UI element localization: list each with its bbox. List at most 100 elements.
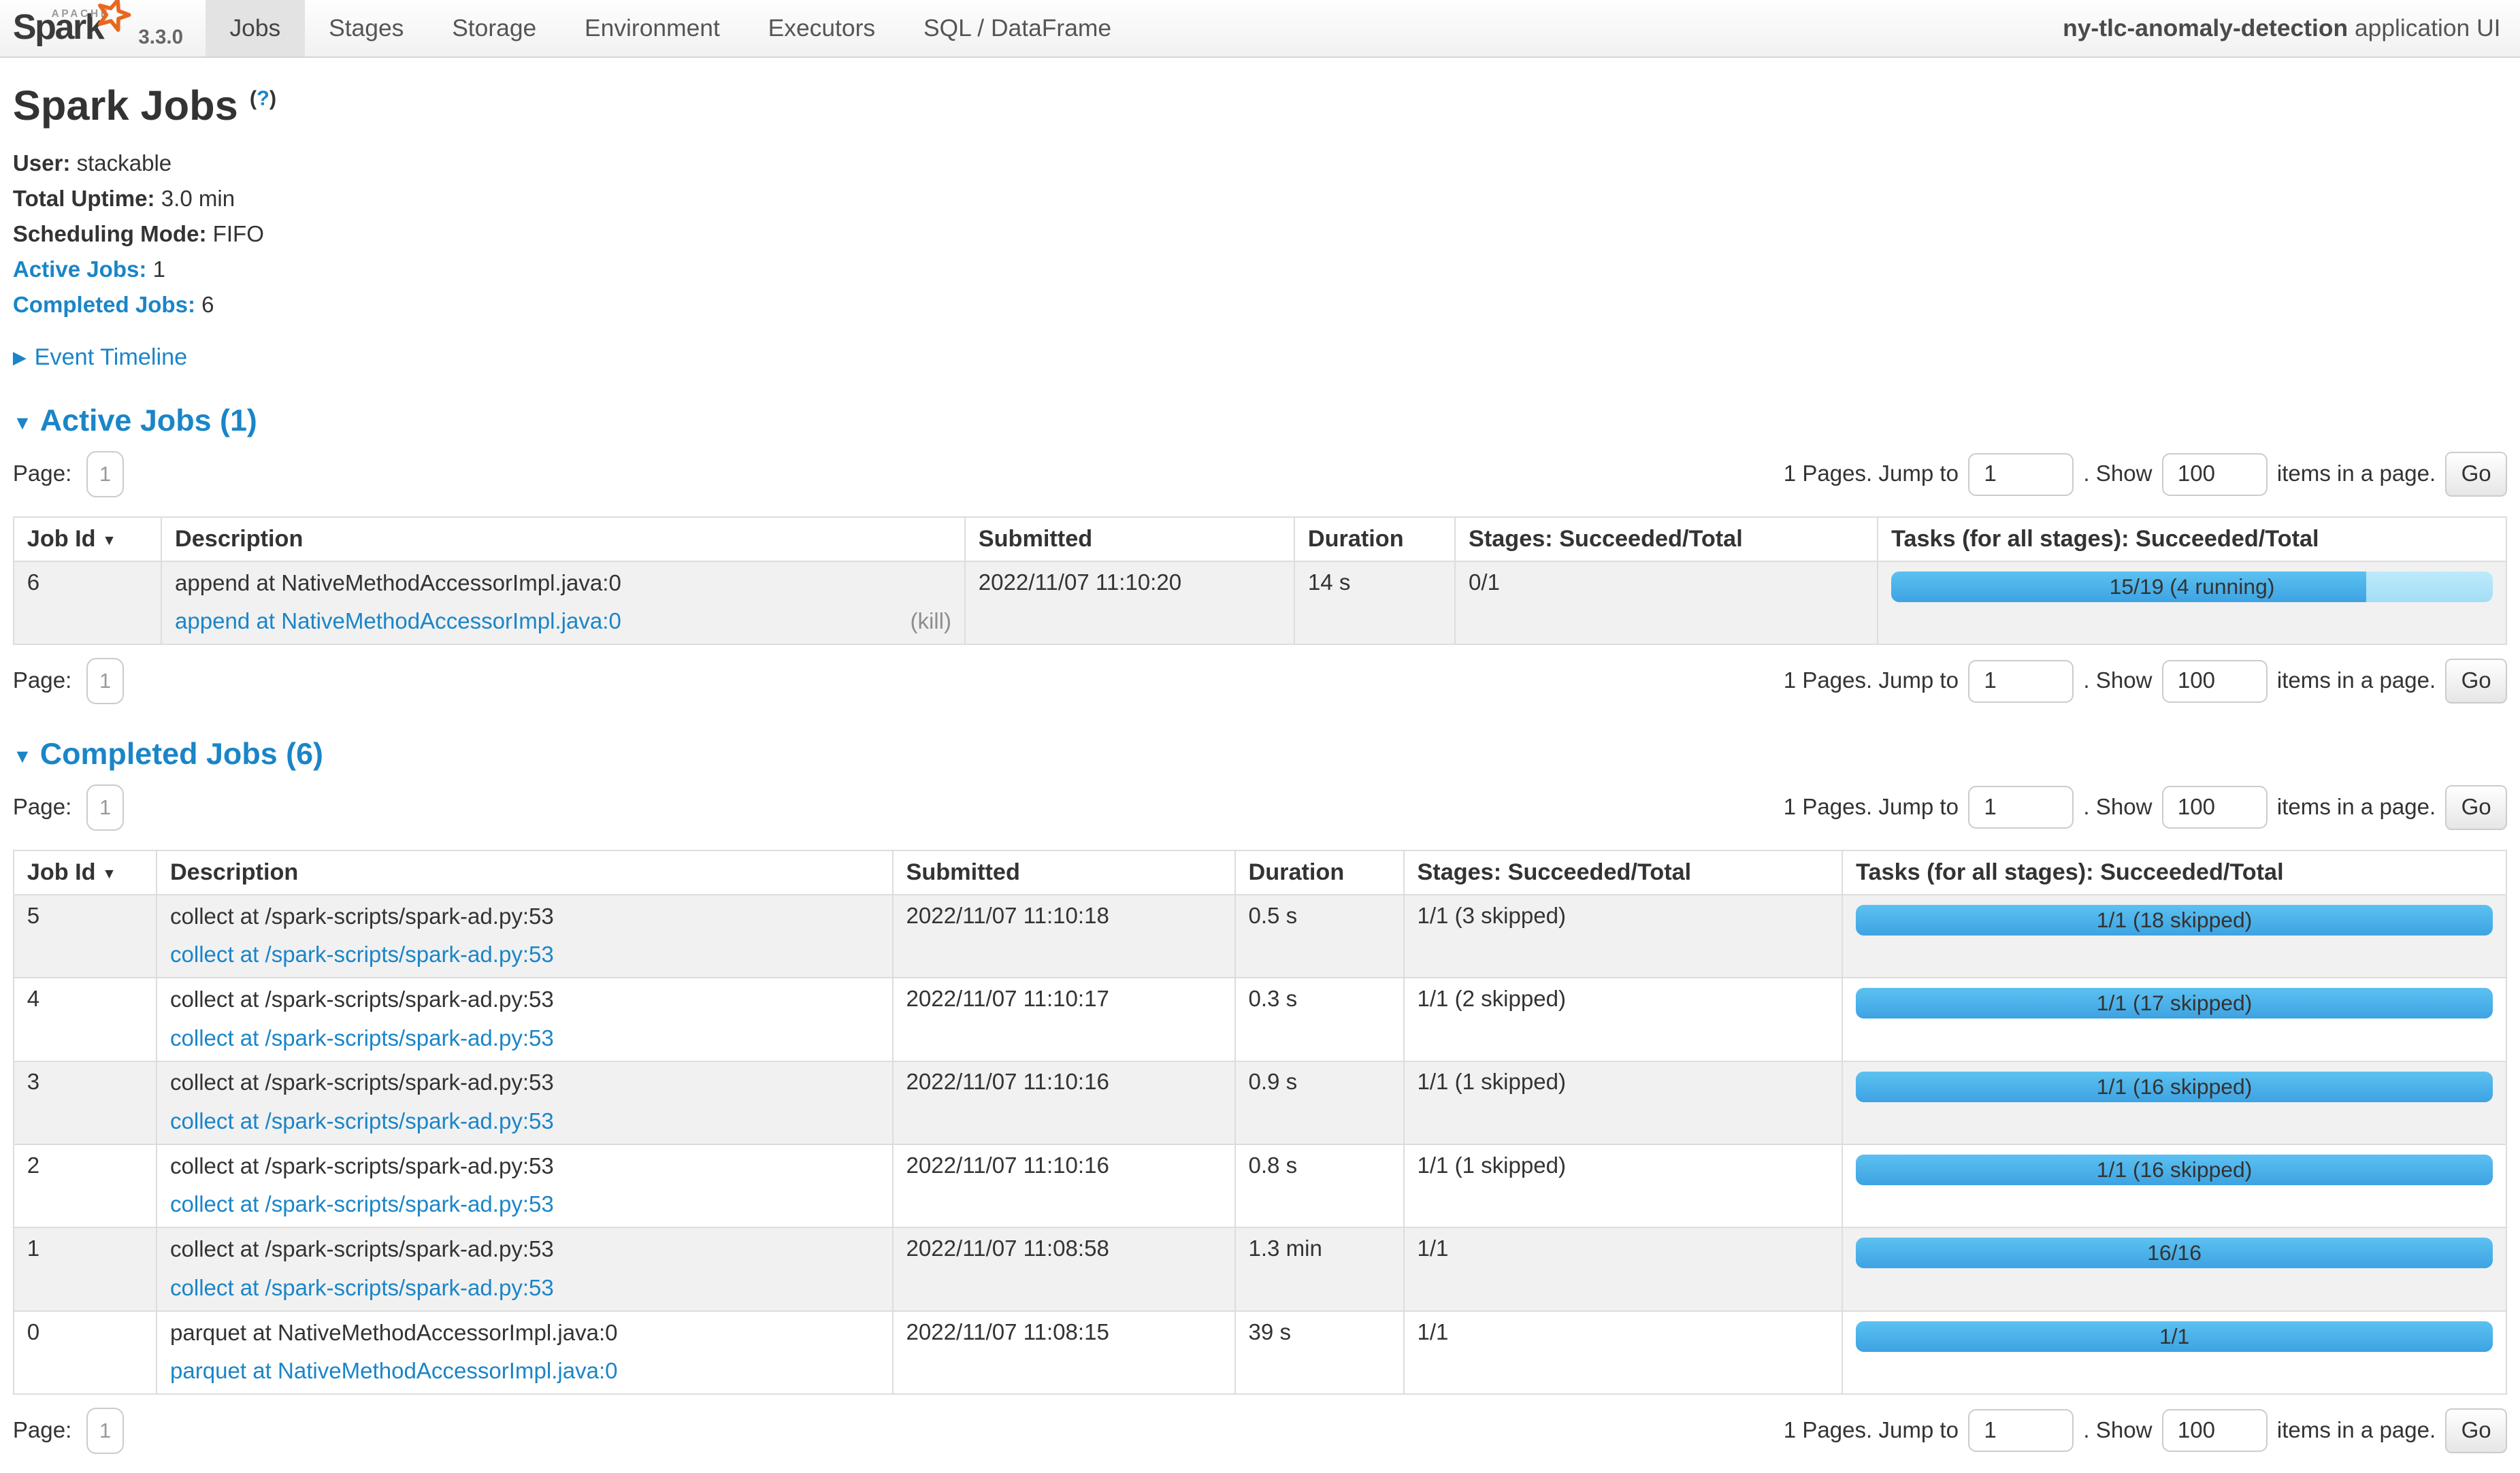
job-id-cell: 0 [14,1311,157,1394]
pagination: Page: 1 1 Pages. Jump to . Show items in… [13,658,2507,704]
tab-sql-dataframe[interactable]: SQL / DataFrame [900,0,1136,56]
job-description-link[interactable]: append at NativeMethodAccessorImpl.java:… [175,608,621,635]
job-description-cell: collect at /spark-scripts/spark-ad.py:53… [157,1144,893,1227]
pagination: Page: 1 1 Pages. Jump to . Show items in… [13,784,2507,831]
show-items-input[interactable] [2162,453,2268,496]
job-row: 4 collect at /spark-scripts/spark-ad.py:… [14,978,2506,1061]
help-link[interactable]: (?) [250,86,276,110]
job-row: 5 collect at /spark-scripts/spark-ad.py:… [14,895,2506,978]
job-description-text: collect at /spark-scripts/spark-ad.py:53 [170,1153,879,1180]
table-header-row: Job Id▼ Description Submitted Duration S… [14,850,2506,895]
tasks-progress-label: 1/1 [1856,1321,2493,1352]
page-label: Page: [13,795,71,821]
job-description-link[interactable]: collect at /spark-scripts/spark-ad.py:53 [170,1191,554,1219]
tasks-progress-bar: 1/1 (16 skipped) [1856,1072,2493,1102]
tab-stages[interactable]: Stages [305,0,428,56]
completed-jobs-section-header[interactable]: ▼Completed Jobs (6) [13,736,2507,772]
page-title: Spark Jobs (?) [13,82,2507,130]
col-tasks[interactable]: Tasks (for all stages): Succeeded/Total [1842,850,2506,895]
job-description-cell: parquet at NativeMethodAccessorImpl.java… [157,1311,893,1394]
show-items-input[interactable] [2162,660,2268,703]
job-stages-cell: 1/1 (3 skipped) [1404,895,1843,978]
application-suffix: application UI [2348,14,2500,42]
col-stages[interactable]: Stages: Succeeded/Total [1455,517,1878,561]
job-description-cell: collect at /spark-scripts/spark-ad.py:53… [157,1227,893,1310]
col-stages[interactable]: Stages: Succeeded/Total [1404,850,1843,895]
summary-scheduling-mode: Scheduling Mode: FIFO [13,222,2507,248]
tab-environment[interactable]: Environment [561,0,744,56]
jump-to-input[interactable] [1968,453,2074,496]
job-stages-cell: 1/1 [1404,1311,1843,1394]
job-stages-cell: 1/1 (1 skipped) [1404,1061,1843,1144]
job-description-link[interactable]: collect at /spark-scripts/spark-ad.py:53 [170,1108,554,1136]
col-duration[interactable]: Duration [1294,517,1455,561]
job-tasks-cell: 1/1 (16 skipped) [1842,1061,2506,1144]
sort-desc-icon: ▼ [102,865,116,882]
completed-jobs-link[interactable]: Completed Jobs: [13,293,195,318]
spark-version: 3.3.0 [138,26,183,49]
job-submitted-cell: 2022/11/07 11:08:58 [893,1227,1235,1310]
job-description-cell: collect at /spark-scripts/spark-ad.py:53… [157,895,893,978]
active-jobs-table: Job Id▼ Description Submitted Duration S… [13,516,2507,645]
go-button[interactable]: Go [2445,659,2507,704]
application-name: ny-tlc-anomaly-detection [2063,14,2348,42]
job-description-cell: append at NativeMethodAccessorImpl.java:… [161,561,965,644]
col-tasks[interactable]: Tasks (for all stages): Succeeded/Total [1878,517,2506,561]
col-duration[interactable]: Duration [1235,850,1404,895]
tab-storage[interactable]: Storage [428,0,561,56]
tasks-progress-bar: 1/1 (16 skipped) [1856,1155,2493,1185]
job-description-link[interactable]: collect at /spark-scripts/spark-ad.py:53 [170,1275,554,1302]
active-jobs-section-header[interactable]: ▼Active Jobs (1) [13,403,2507,438]
page-number-box: 1 [86,451,125,497]
help-question-icon[interactable]: ? [257,86,269,110]
col-job-id[interactable]: Job Id▼ [14,517,161,561]
jump-to-input[interactable] [1968,1409,2074,1452]
event-timeline-toggle[interactable]: ▶Event Timeline [13,344,2507,371]
table-header-row: Job Id▼ Description Submitted Duration S… [14,517,2506,561]
collapse-closed-icon: ▶ [13,347,27,367]
items-text: items in a page. [2277,461,2436,487]
job-submitted-cell: 2022/11/07 11:10:20 [965,561,1294,644]
go-button[interactable]: Go [2445,1408,2507,1453]
job-description-text: collect at /spark-scripts/spark-ad.py:53 [170,904,879,931]
col-description[interactable]: Description [157,850,893,895]
show-text: . Show [2083,795,2152,821]
nav-tabs: Jobs Stages Storage Environment Executor… [206,0,1135,56]
col-submitted[interactable]: Submitted [893,850,1235,895]
job-duration-cell: 0.9 s [1235,1061,1404,1144]
jump-to-input[interactable] [1968,786,2074,829]
completed-jobs-table: Job Id▼ Description Submitted Duration S… [13,850,2507,1395]
job-description-link[interactable]: collect at /spark-scripts/spark-ad.py:53 [170,942,554,969]
go-button[interactable]: Go [2445,785,2507,830]
job-description-link[interactable]: parquet at NativeMethodAccessorImpl.java… [170,1358,618,1385]
job-duration-cell: 0.8 s [1235,1144,1404,1227]
active-jobs-link[interactable]: Active Jobs: [13,257,147,282]
tasks-progress-label: 1/1 (16 skipped) [1856,1155,2493,1185]
job-submitted-cell: 2022/11/07 11:10:16 [893,1061,1235,1144]
go-button[interactable]: Go [2445,452,2507,497]
col-job-id[interactable]: Job Id▼ [14,850,157,895]
tab-executors[interactable]: Executors [744,0,899,56]
kill-link[interactable]: (kill) [910,608,951,635]
tab-jobs[interactable]: Jobs [206,0,305,56]
col-submitted[interactable]: Submitted [965,517,1294,561]
job-description-link[interactable]: collect at /spark-scripts/spark-ad.py:53 [170,1025,554,1053]
job-tasks-cell: 1/1 [1842,1311,2506,1394]
summary-list: User: stackable Total Uptime: 3.0 min Sc… [13,151,2507,319]
show-items-input[interactable] [2162,786,2268,829]
job-description-text: parquet at NativeMethodAccessorImpl.java… [170,1320,879,1347]
items-text: items in a page. [2277,795,2436,821]
job-id-cell: 5 [14,895,157,978]
sort-desc-icon: ▼ [102,532,116,548]
job-id-cell: 3 [14,1061,157,1144]
page-label: Page: [13,1418,71,1444]
pagination: Page: 1 1 Pages. Jump to . Show items in… [13,1408,2507,1454]
summary-completed-jobs: Completed Jobs: 6 [13,293,2507,318]
job-submitted-cell: 2022/11/07 11:10:17 [893,978,1235,1061]
job-submitted-cell: 2022/11/07 11:10:16 [893,1144,1235,1227]
items-text: items in a page. [2277,1418,2436,1444]
jump-to-input[interactable] [1968,660,2074,703]
show-items-input[interactable] [2162,1409,2268,1452]
col-description[interactable]: Description [161,517,965,561]
spark-jobs-page: APACHE Spark 3.3.0 Jobs Stages Storage E… [0,0,2520,1454]
